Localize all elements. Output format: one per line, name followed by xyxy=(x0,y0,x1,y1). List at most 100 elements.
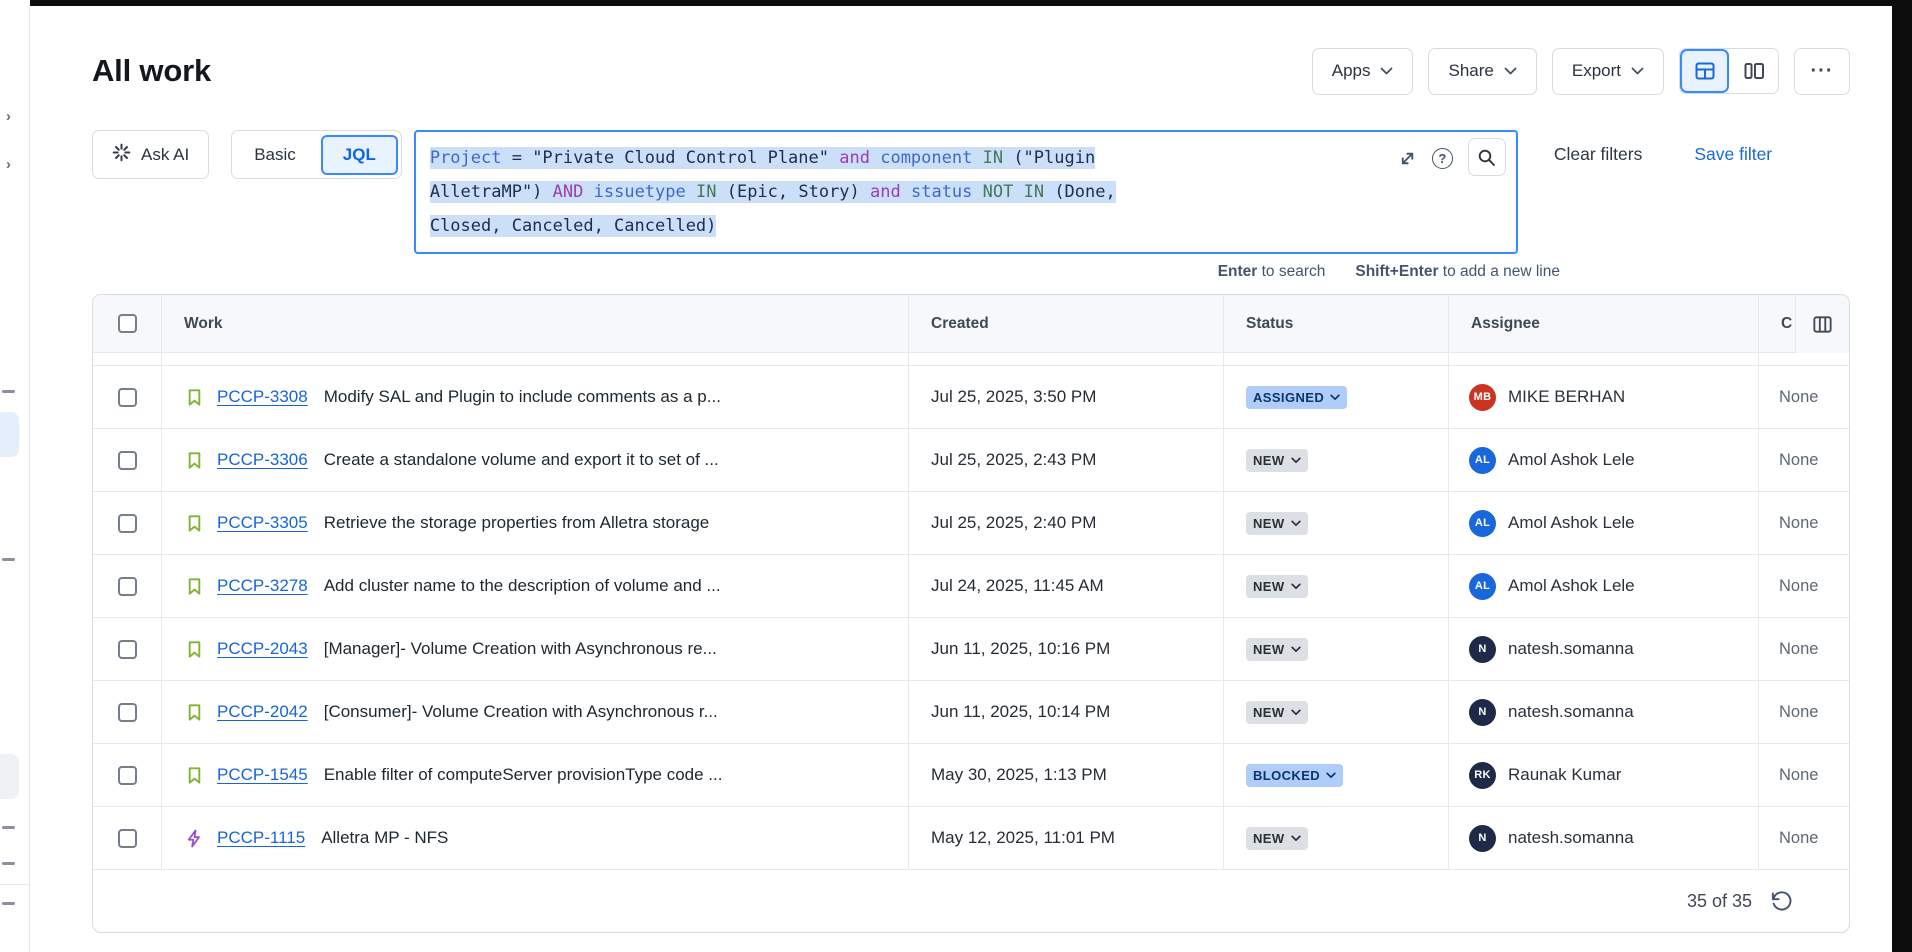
status-badge[interactable]: NEW xyxy=(1246,827,1308,850)
configure-columns-button[interactable] xyxy=(1795,295,1849,353)
created-cell: Jun 11, 2025, 10:16 PM xyxy=(908,618,1223,680)
issue-summary[interactable]: [Manager]- Volume Creation with Asynchro… xyxy=(324,639,717,659)
work-cell: PCCP-2042 [Consumer]- Volume Creation wi… xyxy=(161,681,908,743)
extra-field-cell[interactable]: None xyxy=(1758,555,1849,617)
row-checkbox[interactable] xyxy=(118,577,137,596)
issue-key-link[interactable]: PCCP-3308 xyxy=(217,387,308,407)
status-badge[interactable]: NEW xyxy=(1246,638,1308,661)
assignee-cell[interactable]: N natesh.somanna xyxy=(1448,681,1758,743)
chevron-right-icon[interactable]: › xyxy=(6,108,11,125)
extra-field-cell[interactable]: None xyxy=(1758,366,1849,428)
issue-summary[interactable]: Create a standalone volume and export it… xyxy=(324,450,719,470)
assignee-cell[interactable]: AL Amol Ashok Lele xyxy=(1448,429,1758,491)
extra-field-cell[interactable]: None xyxy=(1758,744,1849,806)
issue-summary[interactable]: Retrieve the storage properties from All… xyxy=(324,513,710,533)
work-items-table: Work Created Status Assignee C xyxy=(92,294,1850,933)
status-badge[interactable]: NEW xyxy=(1246,512,1308,535)
main-content: All work Apps Share Export xyxy=(30,6,1892,952)
chevron-down-icon xyxy=(1291,835,1301,842)
assignee-cell[interactable]: AL Amol Ashok Lele xyxy=(1448,492,1758,554)
split-view-button[interactable] xyxy=(1729,49,1778,93)
status-cell: NEW xyxy=(1223,555,1448,617)
mode-jql-button[interactable]: JQL xyxy=(321,135,398,175)
search-icon[interactable] xyxy=(1468,138,1506,176)
table-row[interactable]: PCCP-3306 Create a standalone volume and… xyxy=(93,429,1849,492)
save-filter-button[interactable]: Save filter xyxy=(1694,144,1772,165)
assignee-cell[interactable]: N natesh.somanna xyxy=(1448,618,1758,680)
row-checkbox[interactable] xyxy=(118,766,137,785)
sidebar-item-clipped xyxy=(2,390,15,393)
issue-key-link[interactable]: PCCP-1115 xyxy=(217,828,305,848)
select-all-checkbox[interactable] xyxy=(118,314,137,333)
row-checkbox[interactable] xyxy=(118,514,137,533)
column-header-created[interactable]: Created xyxy=(908,295,1223,352)
assignee-cell[interactable]: MB MIKE BERHAN xyxy=(1448,366,1758,428)
table-row[interactable]: PCCP-2043 [Manager]- Volume Creation wit… xyxy=(93,618,1849,681)
assignee-cell[interactable]: RK Raunak Kumar xyxy=(1448,744,1758,806)
sidebar-item-active[interactable] xyxy=(0,412,19,457)
table-row[interactable]: PCCP-2042 [Consumer]- Volume Creation wi… xyxy=(93,681,1849,744)
column-header-work[interactable]: Work xyxy=(161,295,908,352)
assignee-name: natesh.somanna xyxy=(1508,828,1634,848)
issue-key-link[interactable]: PCCP-1545 xyxy=(217,765,308,785)
issue-summary[interactable]: Add cluster name to the description of v… xyxy=(324,576,721,596)
extra-field-cell[interactable]: None xyxy=(1758,807,1849,869)
chevron-down-icon xyxy=(1326,772,1336,779)
expand-icon[interactable] xyxy=(1398,149,1417,168)
issue-key-link[interactable]: PCCP-3305 xyxy=(217,513,308,533)
chevron-down-icon xyxy=(1504,67,1517,75)
issue-summary[interactable]: Modify SAL and Plugin to include comment… xyxy=(324,387,721,407)
issue-key-link[interactable]: PCCP-2043 xyxy=(217,639,308,659)
clear-filters-button[interactable]: Clear filters xyxy=(1554,144,1643,165)
issue-key-link[interactable]: PCCP-3278 xyxy=(217,576,308,596)
assignee-name: natesh.somanna xyxy=(1508,702,1634,722)
help-icon[interactable]: ? xyxy=(1432,148,1453,169)
issue-summary[interactable]: [Consumer]- Volume Creation with Asynchr… xyxy=(324,702,718,722)
extra-field-cell[interactable]: None xyxy=(1758,618,1849,680)
table-row[interactable]: PCCP-3278 Add cluster name to the descri… xyxy=(93,555,1849,618)
column-header-assignee[interactable]: Assignee xyxy=(1448,295,1758,352)
row-checkbox[interactable] xyxy=(118,640,137,659)
issue-summary[interactable]: Alletra MP - NFS xyxy=(321,828,448,848)
assignee-cell[interactable]: N natesh.somanna xyxy=(1448,807,1758,869)
status-badge[interactable]: BLOCKED xyxy=(1246,764,1343,787)
row-checkbox[interactable] xyxy=(118,388,137,407)
more-actions-button[interactable]: ··· xyxy=(1794,48,1850,95)
row-checkbox[interactable] xyxy=(118,829,137,848)
status-badge[interactable]: ASSIGNED xyxy=(1246,386,1347,409)
apps-button[interactable]: Apps xyxy=(1312,48,1414,95)
work-cell: PCCP-3278 Add cluster name to the descri… xyxy=(161,555,908,617)
avatar: AL xyxy=(1469,447,1496,474)
column-header-status[interactable]: Status xyxy=(1223,295,1448,352)
table-row[interactable]: PCCP-3308 Modify SAL and Plugin to inclu… xyxy=(93,366,1849,429)
extra-field-cell[interactable]: None xyxy=(1758,492,1849,554)
share-button[interactable]: Share xyxy=(1428,48,1536,95)
status-badge[interactable]: NEW xyxy=(1246,449,1308,472)
table-row[interactable]: PCCP-3305 Retrieve the storage propertie… xyxy=(93,492,1849,555)
jql-editor[interactable]: Project = "Private Cloud Control Plane" … xyxy=(414,130,1518,254)
table-row[interactable]: PCCP-1115 Alletra MP - NFS May 12, 2025,… xyxy=(93,807,1849,870)
issue-summary[interactable]: Enable filter of computeServer provision… xyxy=(324,765,723,785)
work-cell: PCCP-3308 Modify SAL and Plugin to inclu… xyxy=(161,366,908,428)
table-row[interactable]: PCCP-1545 Enable filter of computeServer… xyxy=(93,744,1849,807)
row-checkbox[interactable] xyxy=(118,703,137,722)
row-checkbox[interactable] xyxy=(118,451,137,470)
ask-ai-button[interactable]: Ask AI xyxy=(92,130,209,179)
status-badge[interactable]: NEW xyxy=(1246,701,1308,724)
assignee-cell[interactable]: AL Amol Ashok Lele xyxy=(1448,555,1758,617)
chevron-right-icon[interactable]: › xyxy=(6,156,11,173)
status-cell: NEW xyxy=(1223,429,1448,491)
refresh-icon[interactable] xyxy=(1770,890,1793,913)
sidebar-item-hover[interactable] xyxy=(0,754,19,799)
mode-basic-button[interactable]: Basic xyxy=(232,145,318,165)
extra-field-cell[interactable]: None xyxy=(1758,681,1849,743)
row-select-cell xyxy=(93,555,161,617)
row-select-cell xyxy=(93,492,161,554)
issue-key-link[interactable]: PCCP-3306 xyxy=(217,450,308,470)
export-button[interactable]: Export xyxy=(1552,48,1664,95)
extra-field-cell[interactable]: None xyxy=(1758,429,1849,491)
issue-key-link[interactable]: PCCP-2042 xyxy=(217,702,308,722)
table-view-button[interactable] xyxy=(1680,49,1729,93)
status-label: NEW xyxy=(1253,642,1285,657)
status-badge[interactable]: NEW xyxy=(1246,575,1308,598)
